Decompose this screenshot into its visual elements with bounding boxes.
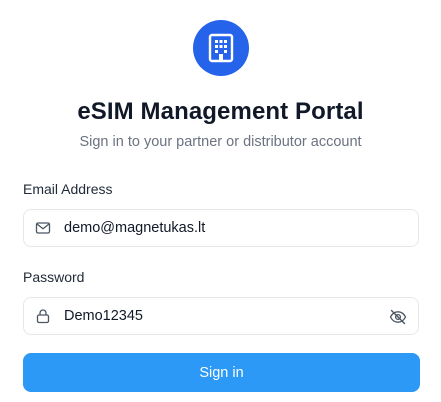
eye-off-icon[interactable] [389,308,407,326]
email-field[interactable] [23,209,419,247]
mail-icon [35,222,51,234]
page-subtitle: Sign in to your partner or distributor a… [79,134,362,150]
email-input[interactable] [64,210,384,246]
password-input[interactable] [64,298,384,334]
sign-in-button[interactable]: Sign in [23,353,420,392]
building-icon [208,33,234,63]
page-title: eSIM Management Portal [77,98,364,125]
password-label: Password [23,269,85,285]
email-label: Email Address [23,181,113,197]
password-field[interactable] [23,297,419,335]
lock-icon [36,309,50,324]
app-logo [193,20,249,76]
